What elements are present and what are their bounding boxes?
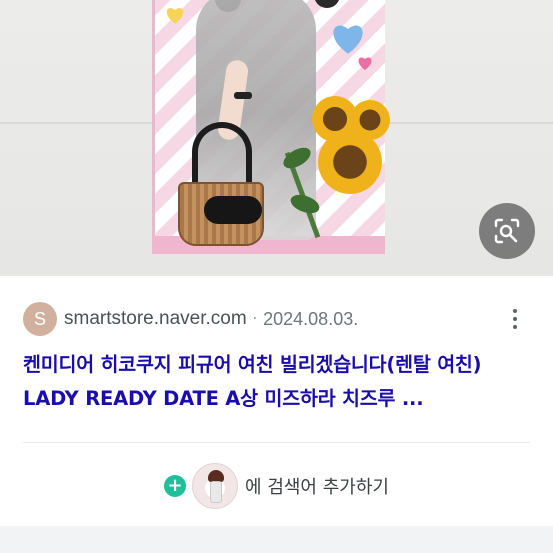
divider (23, 442, 530, 443)
blue-heart-decoration (333, 25, 363, 54)
yellow-heart-decoration (166, 8, 184, 24)
sunflower (318, 130, 382, 194)
result-title-link[interactable]: 켄미디어 히코쿠지 피규어 여친 빌리겠습니다(렌탈 여친) LADY READ… (23, 348, 538, 416)
search-result-card[interactable]: S smartstore.naver.com · 2024.08.03. 켄미디… (0, 276, 553, 526)
result-source-row[interactable]: S smartstore.naver.com · 2024.08.03. (23, 302, 541, 336)
query-thumbnail (192, 463, 239, 509)
pink-heart-decoration (358, 57, 372, 70)
next-section-divider (0, 526, 553, 553)
result-date: 2024.08.03. (263, 308, 359, 329)
meta-separator: · (252, 311, 258, 327)
product-image[interactable] (0, 0, 553, 276)
figure-bracelet (234, 92, 252, 99)
add-search-term-label: 에 검색어 추가하기 (245, 477, 389, 498)
more-vert-icon (513, 309, 517, 313)
image-search-icon (494, 218, 520, 244)
site-favicon: S (23, 302, 57, 336)
plus-icon: + (164, 475, 187, 497)
image-search-button[interactable] (479, 203, 535, 259)
add-to-search-chip[interactable]: + 에 검색어 추가하기 (0, 462, 553, 510)
site-domain: smartstore.naver.com (64, 308, 247, 329)
basket-bow (204, 196, 262, 224)
more-options-button[interactable] (505, 303, 525, 335)
